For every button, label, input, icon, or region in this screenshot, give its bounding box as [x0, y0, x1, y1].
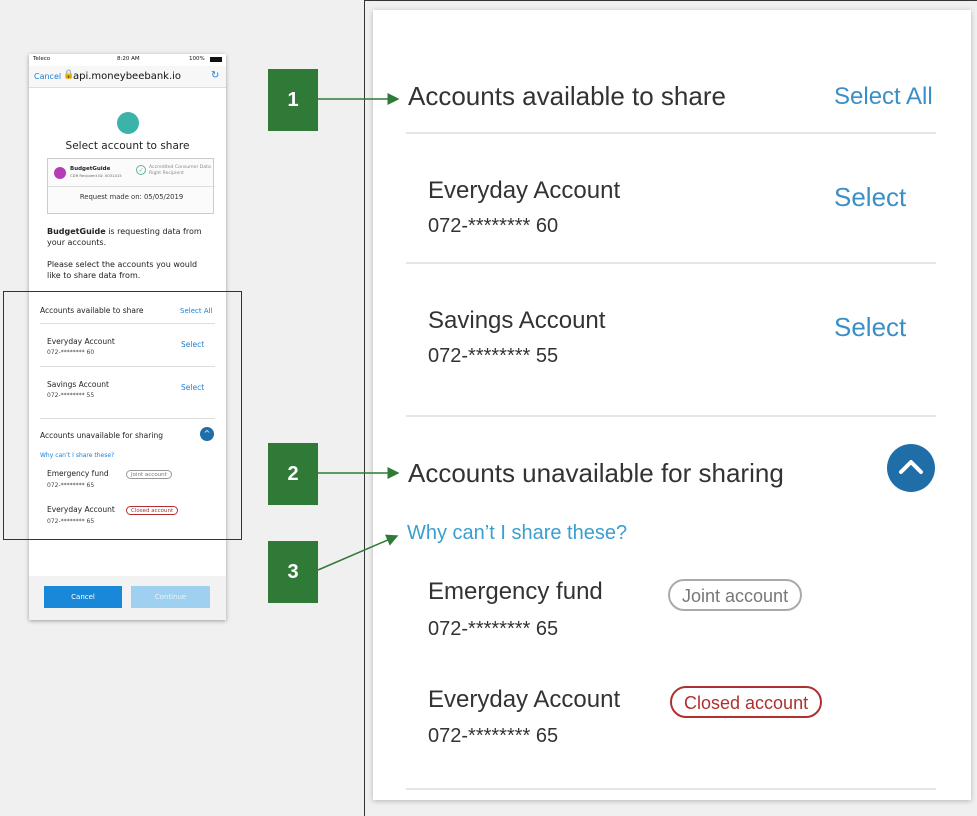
callout-arrows	[317, 93, 400, 571]
arrow-3	[317, 534, 399, 571]
